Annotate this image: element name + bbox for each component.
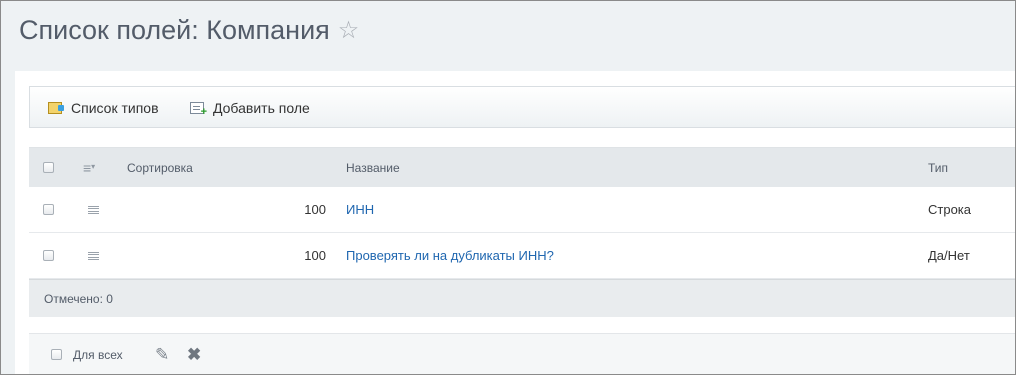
star-icon[interactable]: ☆ bbox=[338, 16, 360, 45]
column-header-type[interactable]: Тип bbox=[928, 148, 948, 187]
work-area: Список типов Добавить поле ≡▾ Сортировка… bbox=[15, 71, 1015, 374]
for-all-label: Для всех bbox=[73, 347, 123, 362]
for-all-checkbox[interactable] bbox=[51, 349, 62, 360]
row-sort-value: 100 bbox=[304, 248, 326, 263]
list-types-button[interactable]: Список типов bbox=[48, 87, 159, 129]
pencil-icon[interactable]: ✎ bbox=[155, 345, 169, 365]
row-menu-icon[interactable] bbox=[88, 205, 99, 214]
select-all-checkbox[interactable] bbox=[43, 162, 54, 173]
row-name-link[interactable]: Проверять ли на дубликаты ИНН? bbox=[346, 248, 554, 263]
column-header-sort[interactable]: Сортировка bbox=[127, 148, 193, 187]
row-name-link[interactable]: ИНН bbox=[346, 202, 374, 217]
table-footer: Отмечено: 0 bbox=[29, 279, 1015, 317]
add-field-label: Добавить поле bbox=[213, 100, 310, 116]
page-header: Список полей: Компания ☆ bbox=[1, 1, 1015, 71]
delete-icon[interactable]: ✖ bbox=[187, 345, 201, 365]
column-header-name[interactable]: Название bbox=[346, 148, 400, 187]
row-menu-icon[interactable] bbox=[88, 251, 99, 260]
add-field-button[interactable]: Добавить поле bbox=[190, 87, 310, 129]
add-field-icon bbox=[190, 102, 207, 118]
table-header: ≡▾ Сортировка Название Тип bbox=[29, 148, 1015, 187]
table-row[interactable]: 100 ИНН Строка bbox=[29, 187, 1015, 233]
row-type-value: Да/Нет bbox=[928, 248, 970, 263]
for-all-toggle[interactable]: Для всех bbox=[51, 334, 123, 374]
row-checkbox[interactable] bbox=[43, 204, 54, 215]
list-types-icon bbox=[48, 102, 64, 114]
column-menu-icon[interactable]: ≡▾ bbox=[83, 161, 95, 175]
row-checkbox[interactable] bbox=[43, 250, 54, 261]
row-type-value: Строка bbox=[928, 202, 972, 217]
row-sort-value: 100 bbox=[304, 202, 326, 217]
table-row[interactable]: 100 Проверять ли на дубликаты ИНН? Да/Не… bbox=[29, 233, 1015, 279]
selected-count: Отмечено: 0 bbox=[44, 291, 113, 306]
toolbar: Список типов Добавить поле bbox=[29, 86, 1015, 128]
group-action-bar: Для всех ✎ ✖ bbox=[29, 333, 1015, 374]
window-frame: Список полей: Компания ☆ Список типов Доб… bbox=[0, 0, 1016, 375]
list-types-label: Список типов bbox=[71, 100, 159, 116]
page-title: Список полей: Компания bbox=[19, 15, 330, 45]
fields-table: ≡▾ Сортировка Название Тип 100 ИНН Строк… bbox=[29, 147, 1015, 279]
